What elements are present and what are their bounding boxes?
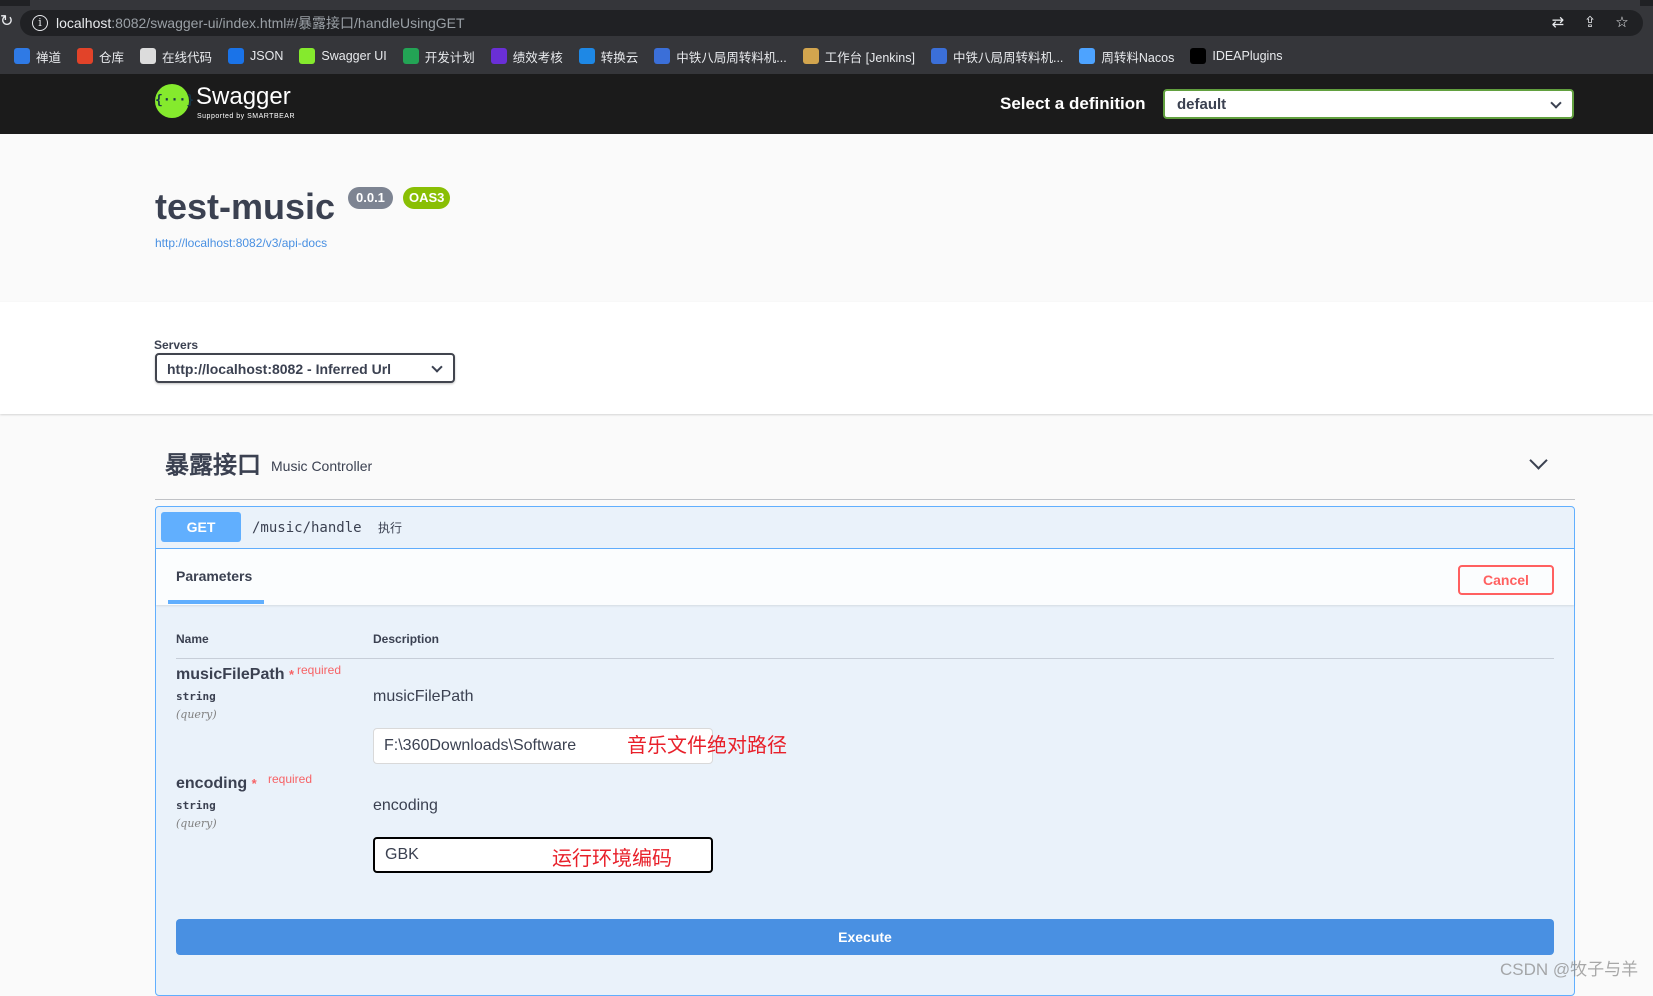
nacos-icon — [1079, 48, 1096, 64]
bookmark-label: JSON — [250, 49, 284, 63]
tab-strip — [0, 0, 1653, 6]
bookmark-item[interactable]: 绩效考核 — [490, 43, 571, 69]
required-label: required — [297, 663, 342, 677]
bookmark-label: 中铁八局周转料机... — [676, 50, 787, 65]
bookmark-label: 仓库 — [99, 50, 125, 65]
bookmark-label: 中铁八局周转料机... — [952, 50, 1064, 65]
server-value: http://localhost:8082 - Inferred Url — [167, 361, 392, 377]
param-type: string — [176, 799, 216, 812]
column-header-name: Name — [176, 632, 209, 646]
bookmark-label: 工作台 [Jenkins] — [824, 50, 915, 65]
param-name: encoding * — [176, 775, 257, 792]
gitlab-icon — [77, 48, 94, 64]
bookmark-item[interactable]: 仓库 — [77, 43, 132, 69]
chevron-down-icon — [1550, 97, 1562, 109]
bookmark-item[interactable]: Swagger UI — [299, 43, 394, 69]
bookmark-item[interactable]: 工作台 [Jenkins] — [802, 43, 923, 69]
bookmark-item[interactable]: 禅道 — [14, 43, 69, 69]
bookmark-label: 在线代码 — [162, 50, 213, 65]
version-badge: 0.0.1 — [348, 187, 393, 209]
json-icon — [228, 48, 245, 64]
reload-icon[interactable]: ↻ — [0, 12, 13, 32]
param-location: (query) — [176, 708, 217, 721]
spec-url-link[interactable]: http://localhost:8082/v3/api-docs — [155, 236, 327, 250]
annotation-text: 音乐文件绝对路径 — [627, 735, 787, 757]
watermark: CSDN @牧子与羊 — [1500, 960, 1639, 979]
column-header-description: Description — [373, 632, 440, 646]
translate-icon[interactable]: ⇄ — [1549, 14, 1567, 32]
server-select[interactable]: http://localhost:8082 - Inferred Url — [155, 353, 455, 383]
chandao-icon — [14, 48, 30, 64]
swagger-logo-text[interactable]: Swagger — [196, 84, 291, 110]
swagger-logo-sub: Supported by SMARTBEAR — [197, 113, 296, 120]
bookmark-label: 转换云 — [600, 50, 639, 65]
operation-block: GET /music/handle 执行 Parameters Cancel N… — [155, 506, 1575, 996]
cloud-icon — [578, 48, 595, 64]
select-definition-label: Select a definition — [1000, 94, 1146, 113]
bookmark-item[interactable]: 中铁八局周转料机... — [654, 43, 794, 69]
cancel-button[interactable]: Cancel — [1458, 565, 1554, 595]
browser-chrome: ↻ i localhost:8082/swagger-ui/index.html… — [0, 0, 1653, 74]
required-star: * — [251, 776, 257, 791]
bookmark-item[interactable]: 转换云 — [578, 43, 647, 69]
bookmark-label: Swagger UI — [321, 49, 387, 63]
oas-badge: OAS3 — [403, 187, 451, 209]
operation-path: /music/handle — [252, 520, 362, 536]
jenkins-icon — [802, 48, 819, 64]
bookmark-item[interactable]: 中铁八局周转料机... — [930, 43, 1071, 69]
bookmark-label: IDEAPlugins — [1212, 49, 1283, 63]
tag-header[interactable]: 暴露接口 Music Controller — [155, 448, 1575, 500]
chevron-down-icon — [431, 361, 443, 373]
swagger-icon — [299, 48, 316, 64]
param-description: encoding — [373, 797, 438, 814]
parameters-header: Parameters Cancel — [156, 549, 1574, 605]
info-icon[interactable]: i — [32, 15, 48, 31]
active-tab[interactable] — [30, 0, 1640, 6]
method-badge: GET — [161, 512, 241, 542]
tab-underline — [168, 600, 264, 604]
tag-description: Music Controller — [271, 458, 373, 474]
definition-value: default — [1177, 96, 1227, 113]
address-bar-actions: ⇄ ⇪ ☆ — [1549, 14, 1631, 32]
param-type: string — [176, 690, 216, 703]
globe-icon — [654, 48, 671, 64]
performance-icon — [490, 48, 507, 64]
annotation-text: 运行环境编码 — [552, 848, 672, 870]
bookmark-label: 绩效考核 — [512, 50, 563, 65]
operation-summary[interactable]: GET /music/handle 执行 — [156, 507, 1574, 549]
definition-select[interactable]: default — [1163, 89, 1574, 119]
header-divider — [176, 658, 1554, 659]
required-label: required — [268, 772, 313, 786]
bookmarks-bar: 禅道 仓库 在线代码 JSON Swagger UI 开发计划 绩效考核 转换云 中铁八局周转料… — [0, 42, 1653, 70]
bookmark-label: 周转料Nacos — [1101, 50, 1175, 65]
param-location: (query) — [176, 817, 217, 830]
idea-icon — [1190, 48, 1207, 64]
tab-parameters[interactable]: Parameters — [168, 567, 260, 585]
document-icon — [140, 48, 157, 64]
bookmark-item[interactable]: JSON — [228, 43, 291, 69]
share-icon[interactable]: ⇪ — [1581, 14, 1599, 32]
bookmark-label: 禅道 — [36, 50, 62, 65]
execute-button[interactable]: Execute — [176, 919, 1554, 955]
bookmark-item[interactable]: IDEAPlugins — [1190, 43, 1290, 69]
address-bar[interactable]: i localhost:8082/swagger-ui/index.html#/… — [20, 10, 1643, 36]
globe-icon — [930, 48, 947, 64]
url-text[interactable]: localhost:8082/swagger-ui/index.html#/暴露… — [56, 14, 465, 32]
required-star: * — [288, 667, 294, 682]
swagger-logo-icon[interactable]: {···} — [155, 84, 194, 118]
bookmark-item[interactable]: 周转料Nacos — [1079, 43, 1182, 69]
operation-summary-text: 执行 — [378, 521, 403, 535]
tag-name: 暴露接口 — [165, 452, 261, 479]
param-name: musicFilePath * — [176, 666, 294, 683]
bookmark-label: 开发计划 — [424, 50, 475, 65]
sheet-icon — [402, 48, 419, 64]
param-description: musicFilePath — [373, 688, 474, 705]
api-title: test-music — [155, 186, 336, 227]
bookmark-item[interactable]: 在线代码 — [140, 43, 220, 69]
servers-label: Servers — [154, 338, 199, 352]
expand-chevron-icon[interactable] — [1529, 451, 1548, 470]
bookmark-star-icon[interactable]: ☆ — [1613, 14, 1631, 32]
bookmark-item[interactable]: 开发计划 — [402, 43, 483, 69]
